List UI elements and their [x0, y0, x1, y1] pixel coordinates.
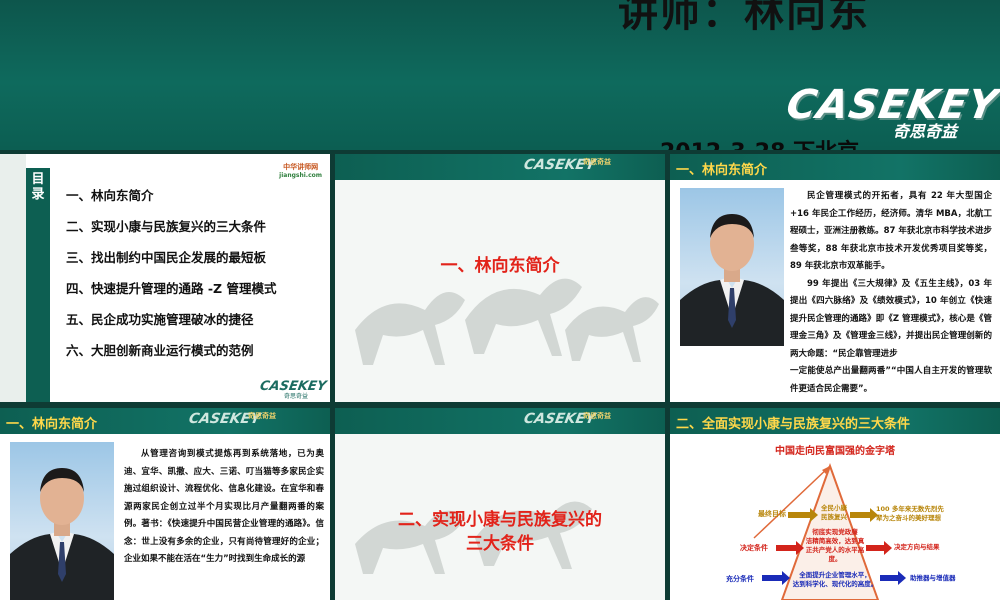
slide-header: CASEKEY 奇思奇益 — [335, 408, 665, 434]
pyramid-label-decisive: 决定条件 — [740, 544, 768, 552]
slide-thumbnail-bio-2[interactable]: 一、林向东简介 CASEKEY 奇思奇益 从管理咨询到模式提炼再到系统落地，已为… — [0, 408, 330, 600]
bio-text: 民企管理模式的开拓者，具有 22 年大型国企 +16 年民企工作经历，经济师。清… — [790, 188, 992, 398]
slide-header: 一、林向东简介 — [670, 154, 1000, 180]
pyramid-note-decisive: 彻底实现党政廉 洁精简高效，达到真 正共产党人的水平高 度。 — [805, 528, 865, 563]
slide-header: 一、林向东简介 CASEKEY 奇思奇益 — [0, 408, 330, 434]
slide-header-title: 一、林向东简介 — [676, 163, 768, 178]
badge-bottom: jiangshi.com — [279, 172, 322, 179]
pyramid-label-sufficient: 充分条件 — [726, 575, 754, 583]
lecturer-photo — [10, 442, 114, 600]
bio-paragraph: 民企管理模式的开拓者，具有 22 年大型国企 +16 年民企工作经历，经济师。清… — [790, 191, 992, 271]
toc-item: 五、民企成功实施管理破冰的捷径 — [66, 312, 254, 327]
lecturer-photo — [680, 188, 784, 346]
toc-item: 六、大胆创新商业运行模式的范例 — [66, 343, 254, 358]
header-logo-sub: 奇思奇益 — [248, 412, 276, 420]
horses-background-image — [355, 278, 659, 365]
toc-item: 三、找出制约中国民企发展的最短板 — [66, 250, 267, 265]
badge-top: 中华讲师网 — [283, 163, 319, 171]
bio-paragraph: 99 年提出《三大规律》及《五生主线》，03 年提出《四六脉络》及《绩效模式》，… — [790, 278, 992, 359]
toc-item: 二、实现小康与民族复兴的三大条件 — [66, 219, 267, 234]
slide-thumbnail-section-1[interactable]: CASEKEY 奇思奇益 一、林向东简介 — [335, 154, 665, 402]
section-title: 二、实现小康与民族复兴的 三大条件 — [335, 508, 665, 556]
bio-paragraph: 从管理咨询到模式提炼再到系统落地，已为奥迪、宜华、凯撒、应大、三诺、叮当猫等多家… — [124, 449, 324, 564]
header-logo-sub: 奇思奇益 — [583, 158, 611, 166]
toc-list: 一、林向东简介 二、实现小康与民族复兴的三大条件 三、找出制约中国民企发展的最短… — [66, 188, 276, 374]
pyramid-note-target: 全民小康 民族复兴 — [821, 504, 847, 521]
slide-header: CASEKEY 奇思奇益 — [335, 154, 665, 180]
pyramid-label-target: 最终目标 — [758, 510, 786, 518]
pyramid-right-target: 100 多年来无数先烈先 辈为之奋斗的美好理想 — [876, 505, 944, 522]
slide-thumbnail-toc[interactable]: 目录 中华讲师网 jiangshi.com 一、林向东简介 二、实现小康与民族复… — [0, 154, 330, 402]
toc-item: 一、林向东简介 — [66, 188, 154, 203]
lecture-date: 2012-3-28 下北京 — [660, 142, 859, 151]
jiangshi-badge: 中华讲师网 jiangshi.com — [279, 162, 322, 179]
header-logo-sub: 奇思奇益 — [583, 412, 611, 420]
slide-header-title: 一、林向东简介 — [6, 417, 98, 432]
toc-item: 四、快速提升管理的通路 -Z 管理模式 — [66, 281, 277, 296]
section-title: 一、林向东简介 — [440, 256, 560, 276]
lecturer-name: 讲师：林向东 — [618, 0, 870, 36]
toc-label: 目录 — [31, 172, 45, 202]
bio-paragraph: 一定能使总产出量翻两番”“中国人自主开发的管理软件更适合民企需要”。 — [790, 366, 992, 394]
pyramid-right-decisive: 决定方向与结果 — [894, 543, 940, 551]
slide-thumbnail-pyramid[interactable]: 二、全面实现小康与民族复兴的三大条件 中国走向民富国强的金字塔 最终目标 决定条… — [670, 408, 1000, 600]
title-banner: 讲师：林向东 CASEKEY 奇思奇益 2012-3-28 下北京 — [0, 0, 1000, 150]
toc-vertical-bar — [26, 168, 50, 402]
pyramid-note-sufficient: 全面提升企业管理水平， 达到科学化、现代化的高度。 — [792, 571, 878, 588]
section-title-line: 三大条件 — [466, 534, 534, 554]
casekey-logo-subtitle: 奇思奇益 — [893, 122, 958, 141]
bio-text: 从管理咨询到模式提炼再到系统落地，已为奥迪、宜华、凯撒、应大、三诺、叮当猫等多家… — [124, 446, 324, 569]
section-title-line: 二、实现小康与民族复兴的 — [398, 510, 602, 530]
slide-thumbnail-bio-1[interactable]: 一、林向东简介 民企管理模式的开拓者，具有 22 年大型国企 +16 年民企工作… — [670, 154, 1000, 402]
footer-logo-sub: 奇思奇益 — [283, 393, 308, 400]
toc-edge — [0, 154, 26, 402]
casekey-logo: CASEKEY — [782, 82, 1000, 128]
pyramid-right-sufficient: 助推器与增值器 — [910, 574, 956, 582]
slide-thumbnail-section-2[interactable]: CASEKEY 奇思奇益 二、实现小康与民族复兴的 三大条件 — [335, 408, 665, 600]
